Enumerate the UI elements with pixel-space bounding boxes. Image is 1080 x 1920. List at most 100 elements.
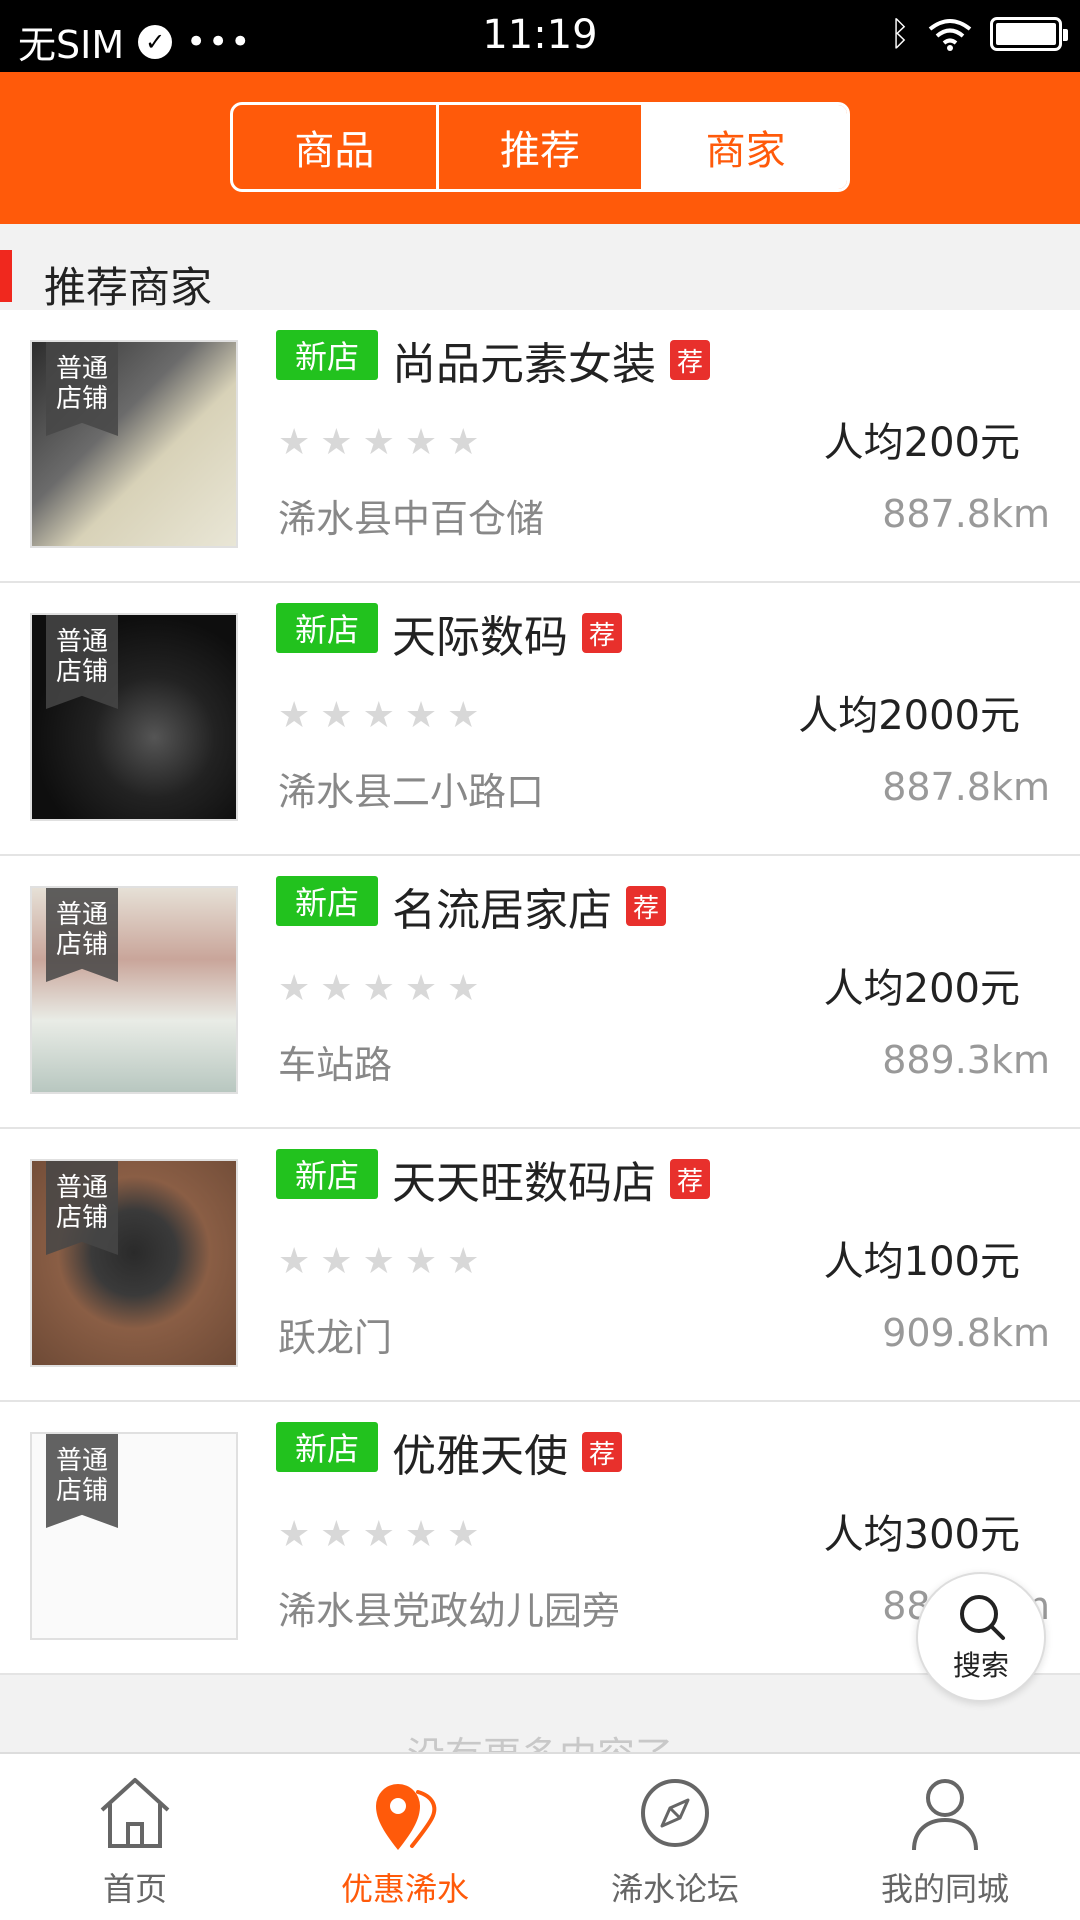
merchant-distance: 909.8km [882,1311,1050,1355]
name-row: 天天旺数码店 荐 [392,1147,710,1211]
tab-recommend[interactable]: 推荐 [435,105,642,189]
recommended-badge: 荐 [670,340,710,380]
name-row: 优雅天使 荐 [392,1420,622,1484]
star-icon: ★ [447,968,480,1009]
recommended-badge: 荐 [670,1159,710,1199]
list-item[interactable]: 普通店铺 新店 天天旺数码店 荐 ★ ★ ★ ★ ★ 人均100元 跃龙门 909.8k… [0,1129,1080,1402]
list-item[interactable]: 普通店铺 新店 天际数码 荐 ★ ★ ★ ★ ★ 人均2000元 浠水县二小路口 887… [0,583,1080,856]
star-icon: ★ [320,968,353,1009]
new-store-badge: 新店 [276,1149,378,1199]
store-type-tag: 普通店铺 [46,888,118,982]
merchant-name[interactable]: 天际数码 [392,601,568,665]
section-title: 推荐商家 [44,263,213,312]
bluetooth-icon: ᛒ [889,14,910,54]
merchant-address: 浠水县中百仓储 [278,497,545,541]
merchant-name[interactable]: 尚品元素女装 [392,328,656,392]
store-type-tag: 普通店铺 [46,1434,118,1528]
star-icon: ★ [404,1241,438,1282]
merchant-image[interactable]: 普通店铺 [30,340,238,548]
user-icon [912,1779,978,1851]
name-row: 名流居家店 荐 [392,874,666,938]
compass-icon [641,1779,709,1847]
tab-merchants[interactable]: 商家 [641,105,847,189]
star-icon: ★ [447,695,480,736]
star-icon: ★ [278,422,311,463]
search-fab[interactable]: 搜索 [916,1572,1046,1702]
bottom-tab-forum[interactable]: 浠水论坛 [540,1754,810,1920]
average-price: 人均100元 [823,1239,1020,1285]
star-icon: ★ [362,1514,395,1555]
merchant-address: 跃龙门 [278,1316,393,1360]
average-price: 人均300元 [823,1512,1020,1558]
merchant-image[interactable]: 普通店铺 [30,1432,238,1640]
search-fab-label: 搜索 [952,1649,1009,1682]
merchant-image[interactable]: 普通店铺 [30,886,238,1094]
star-icon: ★ [278,1514,311,1555]
store-type-tag: 普通店铺 [46,1161,118,1255]
star-icon: ★ [404,422,438,463]
new-store-badge: 新店 [276,876,378,926]
bottom-tab-label: 我的同城 [880,1870,1009,1908]
merchant-name[interactable]: 优雅天使 [392,1420,568,1484]
list-item[interactable]: 普通店铺 新店 尚品元素女装 荐 ★ ★ ★ ★ ★ 人均200元 浠水县中百仓储 88… [0,310,1080,583]
merchant-image[interactable]: 普通店铺 [30,1159,238,1367]
store-type-tag: 普通店铺 [46,342,118,436]
bottom-tab-label: 浠水论坛 [610,1870,739,1908]
star-icon: ★ [447,1514,480,1555]
list-item[interactable]: 普通店铺 新店 名流居家店 荐 ★ ★ ★ ★ ★ 人均200元 车站路 889.3km [0,856,1080,1129]
star-icon: ★ [278,695,311,736]
bottom-tab-home[interactable]: 首页 [0,1754,270,1920]
merchant-address: 车站路 [278,1043,393,1087]
bottom-tab-profile[interactable]: 我的同城 [810,1754,1080,1920]
star-icon: ★ [447,422,480,463]
section-accent-bar [0,250,12,302]
star-icon: ★ [362,1241,395,1282]
rating-stars: ★ ★ ★ ★ ★ [278,1241,479,1282]
average-price: 人均200元 [823,966,1020,1012]
rating-stars: ★ ★ ★ ★ ★ [278,422,479,463]
merchant-address: 浠水县二小路口 [278,770,545,814]
star-icon: ★ [447,1241,480,1282]
star-icon: ★ [320,1241,353,1282]
merchant-image[interactable]: 普通店铺 [30,613,238,821]
merchant-name[interactable]: 天天旺数码店 [392,1147,656,1211]
merchant-name[interactable]: 名流居家店 [392,874,612,938]
merchant-distance: 887.8km [882,492,1050,536]
bottom-tab-bar: 首页 优惠浠水 浠水论坛 我的同城 [0,1752,1080,1920]
star-icon: ★ [278,968,311,1009]
star-icon: ★ [320,695,353,736]
home-icon [100,1778,170,1848]
star-icon: ★ [320,422,353,463]
star-icon: ★ [404,968,438,1009]
star-icon: ★ [404,695,438,736]
star-icon: ★ [278,1241,311,1282]
search-icon [960,1595,1005,1640]
recommended-badge: 荐 [582,613,622,653]
battery-icon [990,17,1068,51]
average-price: 人均2000元 [798,693,1020,739]
rating-stars: ★ ★ ★ ★ ★ [278,695,479,736]
name-row: 尚品元素女装 荐 [392,328,710,392]
wifi-icon [928,19,972,51]
star-icon: ★ [320,1514,353,1555]
recommended-badge: 荐 [582,1432,622,1472]
status-bar: 无SIM ✓ ••• 11:19 ᛒ [0,0,1080,72]
rating-stars: ★ ★ ★ ★ ★ [278,968,479,1009]
status-right: ᛒ [889,14,1068,54]
merchant-list: 普通店铺 新店 尚品元素女装 荐 ★ ★ ★ ★ ★ 人均200元 浠水县中百仓储 88… [0,310,1080,1675]
tab-products[interactable]: 商品 [233,105,436,189]
new-store-badge: 新店 [276,330,378,380]
location-pin-icon [376,1784,437,1850]
bottom-tab-deals[interactable]: 优惠浠水 [270,1754,540,1920]
star-icon: ★ [362,422,395,463]
new-store-badge: 新店 [276,603,378,653]
average-price: 人均200元 [823,420,1020,466]
name-row: 天际数码 荐 [392,601,622,665]
store-type-tag: 普通店铺 [46,615,118,709]
merchant-distance: 887.8km [882,765,1050,809]
new-store-badge: 新店 [276,1422,378,1472]
recommended-badge: 荐 [626,886,666,926]
star-icon: ★ [362,695,395,736]
header: 商品 推荐 商家 [0,72,1080,224]
bottom-tab-label: 优惠浠水 [340,1870,469,1908]
